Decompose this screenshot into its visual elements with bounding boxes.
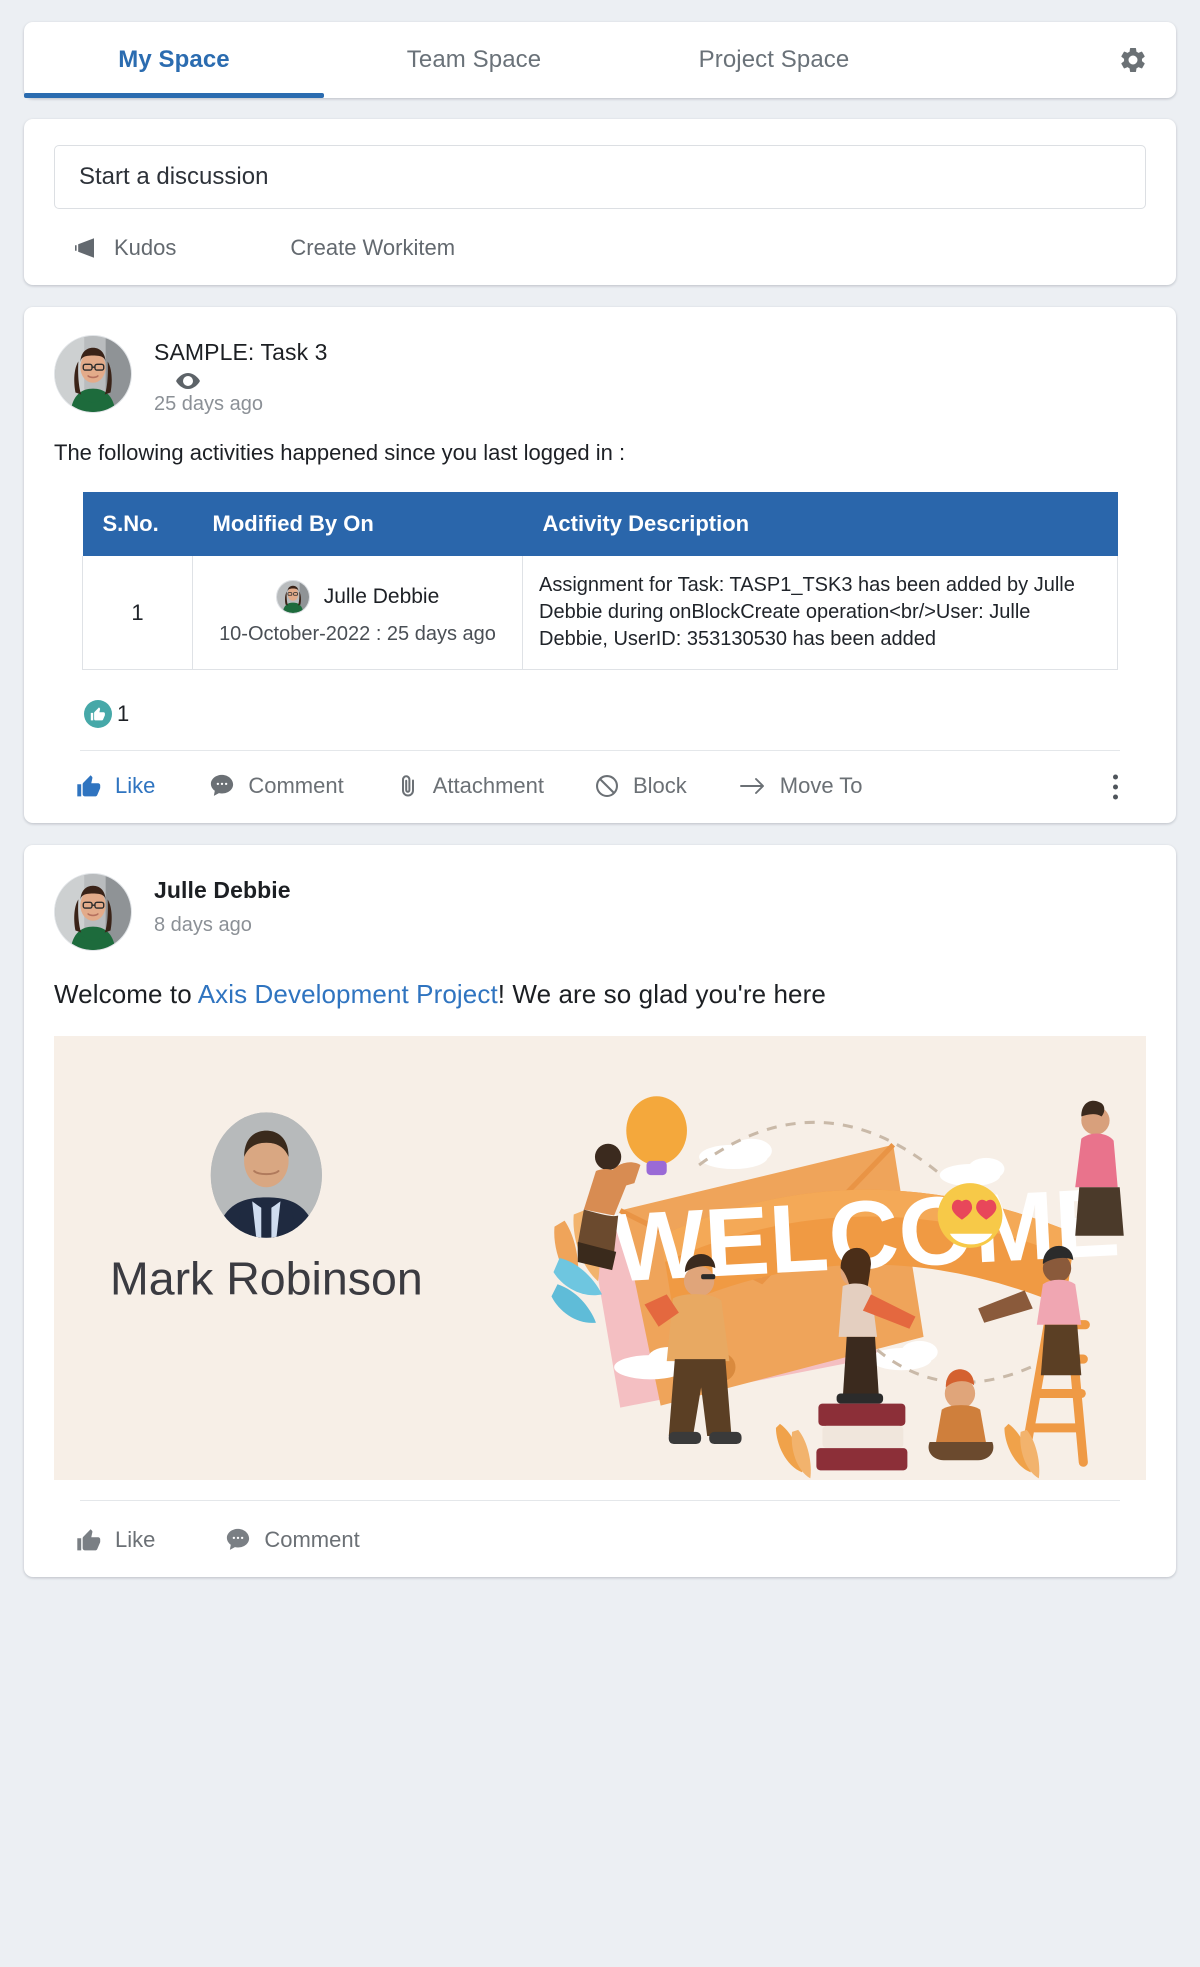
kebab-menu-icon[interactable]	[1109, 771, 1122, 804]
like-label: Like	[115, 1527, 156, 1552]
kebab-dot	[1113, 774, 1118, 780]
table-header-row: S.No. Modified By On Activity Descriptio…	[82, 492, 1118, 556]
post-author: Julle Debbie	[154, 877, 291, 903]
eye-icon	[176, 373, 328, 389]
space-tabbar: My Space Team Space Project Space	[24, 22, 1176, 98]
post-card-welcome: Julle Debbie 8 days ago Welcome to Axis …	[24, 845, 1176, 1577]
welcome-banner-image: WELCOME Mark Robinson	[54, 1036, 1146, 1480]
modified-by-user: Julle Debbie	[211, 579, 504, 614]
gear-icon	[1118, 45, 1148, 75]
thumbs-up-icon	[84, 700, 112, 728]
avatar[interactable]	[54, 335, 132, 413]
activity-table-head: S.No. Modified By On Activity Descriptio…	[82, 492, 1118, 556]
attachment-button[interactable]: Attachment	[396, 773, 544, 799]
post-card-task: SAMPLE: Task 3 25 days ago The following…	[24, 307, 1176, 823]
create-workitem-button[interactable]: Create Workitem	[290, 235, 455, 261]
tab-my-space[interactable]: My Space	[24, 22, 324, 98]
thumbs-up-icon	[76, 773, 102, 799]
visibility-indicator	[176, 373, 328, 389]
comment-icon	[225, 1527, 251, 1553]
settings-button[interactable]	[1090, 22, 1176, 98]
col-modified-by-on: Modified By On	[192, 492, 523, 556]
discussion-composer: Kudos Create Workitem	[24, 119, 1176, 285]
table-row: 1 Julle Debbie 10-October-2022: 25 days…	[82, 556, 1118, 670]
app-page: My Space Team Space Project Space Kud	[0, 0, 1200, 1967]
attachment-label: Attachment	[432, 773, 544, 798]
create-workitem-label: Create Workitem	[290, 235, 456, 260]
like-button[interactable]: Like	[76, 773, 155, 799]
welcome-message: Welcome to Axis Development Project! We …	[54, 979, 1146, 1010]
megaphone-icon	[74, 237, 100, 259]
paperclip-icon	[396, 773, 420, 799]
post-body-text: The following activities happened since …	[54, 440, 626, 465]
avatar[interactable]	[54, 873, 132, 951]
tab-my-space-label: My Space	[118, 46, 230, 73]
banner-person-name: Mark Robinson	[110, 1252, 423, 1304]
cell-activity-description: Assignment for Task: TASP1_TSK3 has been…	[522, 556, 1118, 670]
reaction-count: 1	[117, 701, 130, 726]
discussion-input[interactable]	[54, 145, 1146, 209]
like-button[interactable]: Like	[76, 1527, 155, 1553]
col-sno: S.No.	[82, 492, 193, 556]
tab-project-space-label: Project Space	[698, 46, 850, 73]
tab-team-space-label: Team Space	[406, 46, 542, 73]
block-icon	[594, 773, 620, 799]
reactions-summary[interactable]: 1	[84, 700, 1146, 728]
tab-team-space[interactable]: Team Space	[324, 22, 624, 98]
like-label: Like	[115, 773, 156, 798]
activity-table: S.No. Modified By On Activity Descriptio…	[82, 492, 1118, 670]
post-meta: SAMPLE: Task 3 25 days ago	[154, 335, 328, 416]
post-title: SAMPLE: Task 3	[154, 339, 328, 365]
cell-sno: 1	[82, 556, 193, 670]
move-to-label: Move To	[779, 773, 863, 798]
post-actionbar: Like Comment Attachment Block Move To	[54, 751, 1146, 823]
post-meta: Julle Debbie 8 days ago	[154, 873, 291, 937]
post-timestamp: 8 days ago	[154, 914, 252, 936]
kebab-dot	[1113, 794, 1118, 800]
activity-table-body: 1 Julle Debbie 10-October-2022: 25 days…	[82, 556, 1118, 670]
block-button[interactable]: Block	[594, 773, 687, 799]
comment-icon	[209, 773, 235, 799]
thumbs-up-icon	[76, 1527, 102, 1553]
block-label: Block	[633, 773, 687, 798]
composer-actions: Kudos Create Workitem	[54, 235, 1146, 261]
tab-project-space[interactable]: Project Space	[624, 22, 924, 98]
kebab-dot	[1113, 784, 1118, 790]
move-to-button[interactable]: Move To	[739, 773, 863, 799]
post-header: Julle Debbie 8 days ago	[54, 873, 1146, 951]
project-link[interactable]: Axis Development Project	[198, 979, 498, 1009]
kudos-label: Kudos	[114, 235, 177, 260]
cell-modified-by-on: Julle Debbie 10-October-2022 : 25 days a…	[192, 556, 523, 670]
welcome-suffix: ! We are so glad you're here	[497, 979, 826, 1009]
post-actionbar: Like Comment	[54, 1501, 1146, 1577]
comment-label: Comment	[264, 1527, 360, 1552]
modified-on-date: 10-October-2022 : 25 days ago	[219, 622, 496, 645]
modified-by-name: Julle Debbie	[323, 584, 440, 608]
comment-button[interactable]: Comment	[225, 1527, 360, 1553]
kudos-button[interactable]: Kudos	[74, 235, 176, 261]
comment-button[interactable]: Comment	[209, 773, 344, 799]
col-activity-description: Activity Description	[522, 492, 1118, 556]
mini-avatar	[275, 579, 310, 614]
comment-label: Comment	[248, 773, 344, 798]
arrow-right-icon	[739, 774, 767, 798]
post-header: SAMPLE: Task 3 25 days ago	[54, 335, 1146, 416]
welcome-prefix: Welcome to	[54, 979, 198, 1009]
tabbar-spacer	[924, 22, 1090, 98]
post-timestamp: 25 days ago	[154, 393, 263, 415]
